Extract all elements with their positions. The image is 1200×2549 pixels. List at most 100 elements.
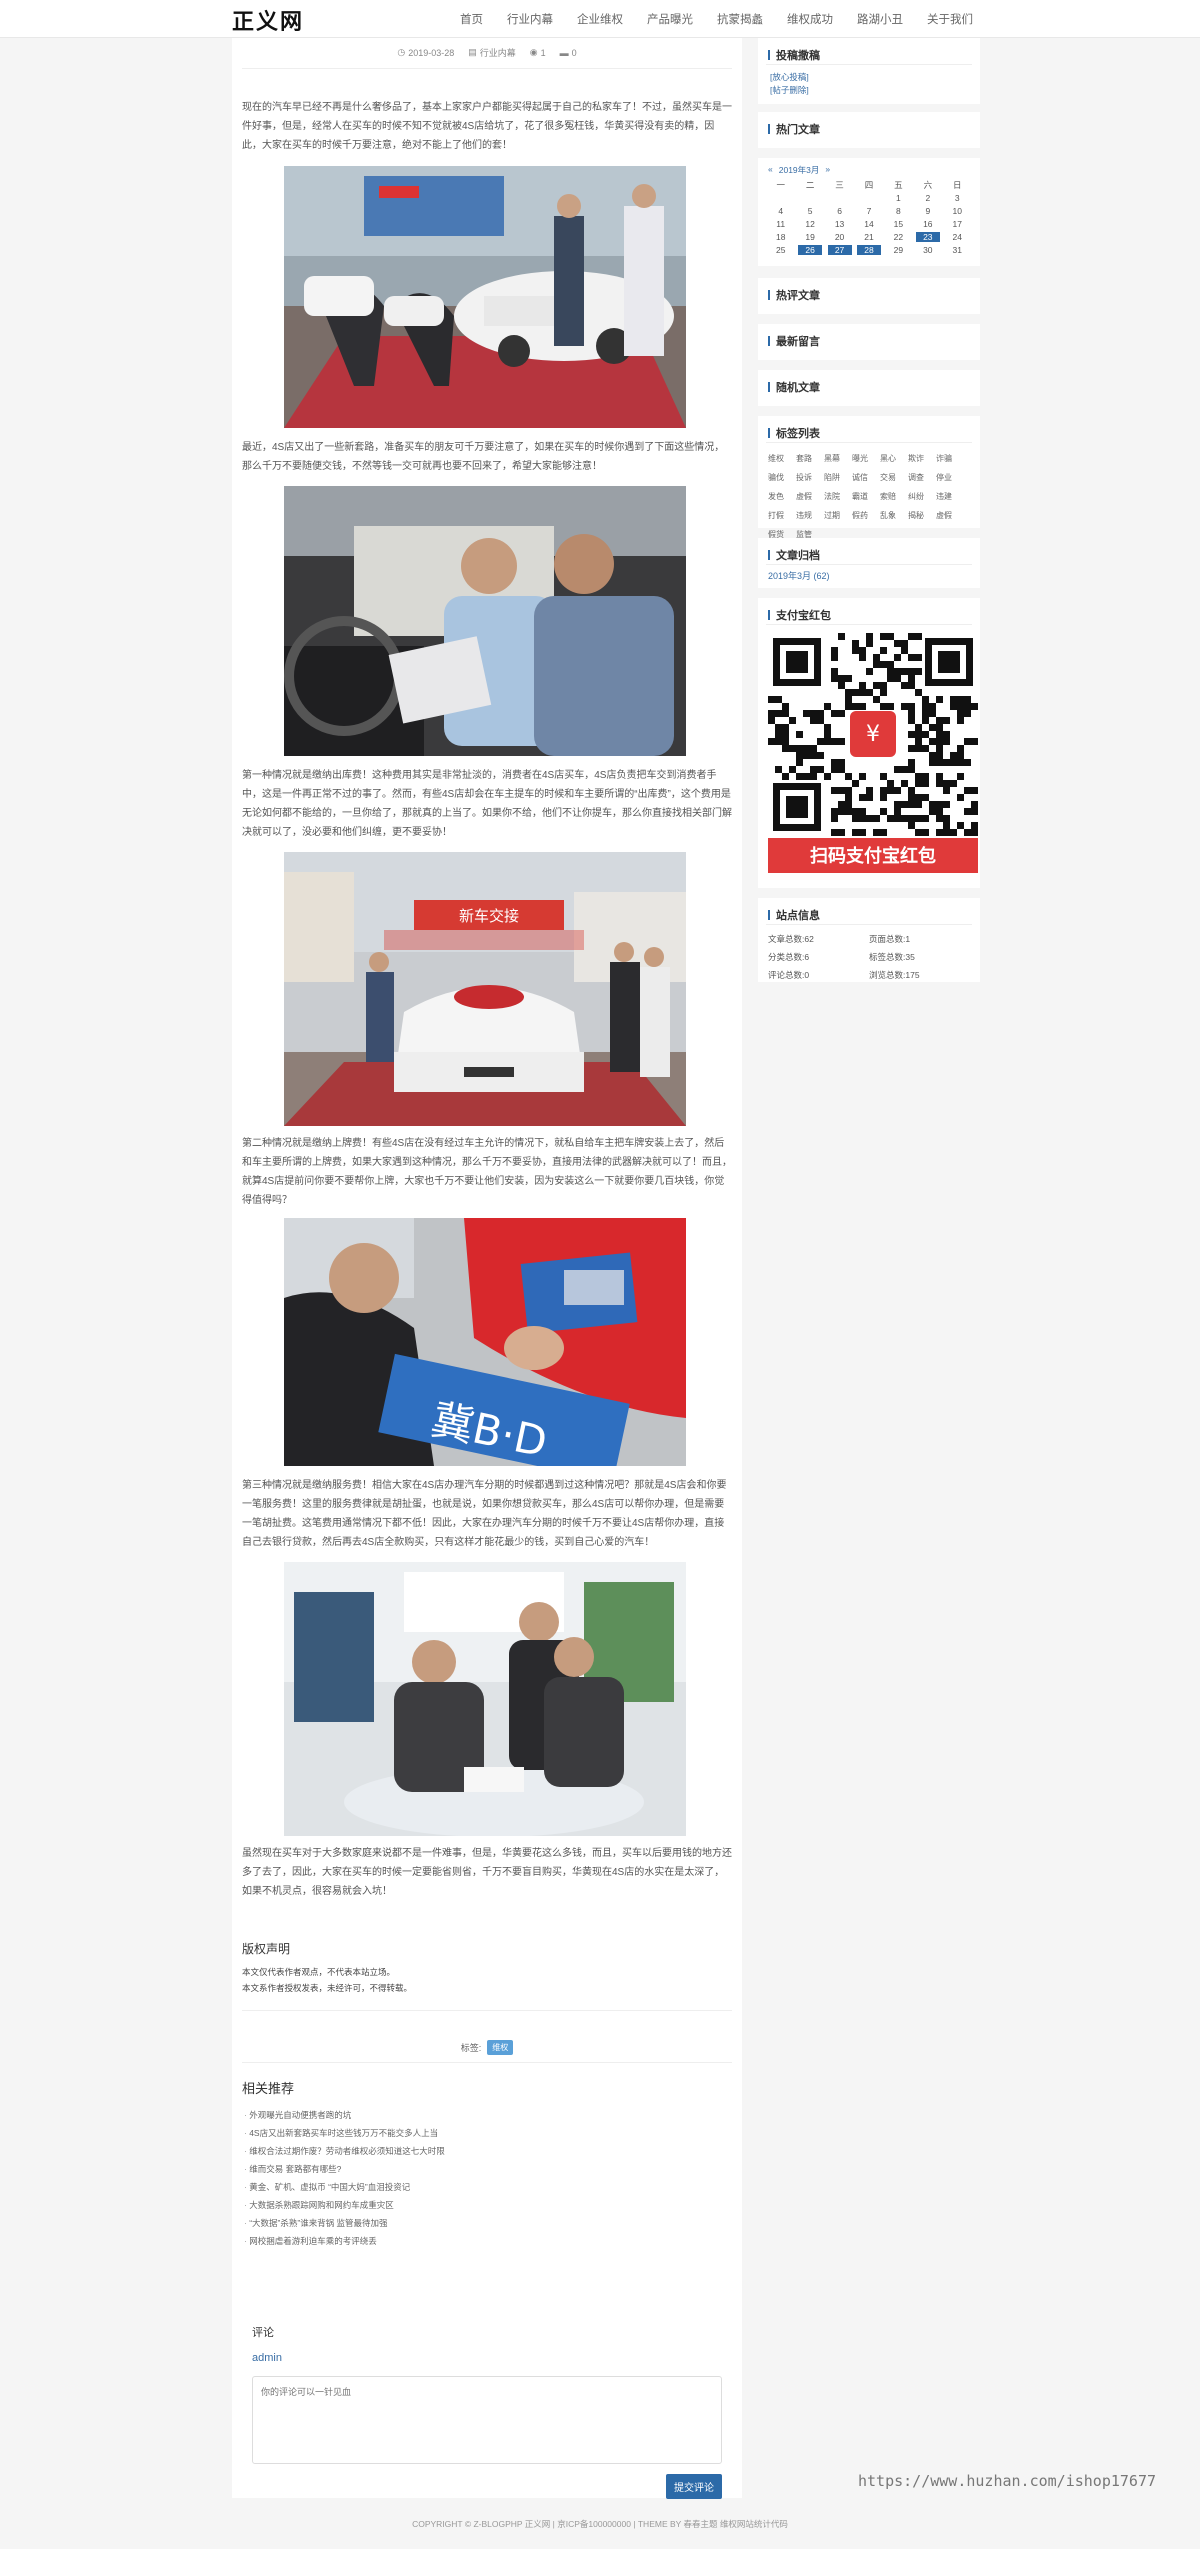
tag-cloud-item[interactable]: 维权: [768, 449, 796, 468]
widget-archive: 文章归档 2019年3月 (62): [758, 538, 980, 588]
article-paragraph: 虽然现在买车对于大多数家庭来说都不是一件难事，但是，华黄要花这么多钱，而且，买车…: [242, 1848, 732, 1897]
nav-products[interactable]: 产品曝光: [647, 11, 693, 27]
calendar-day: 14: [864, 218, 874, 229]
nav-expose[interactable]: 抗蒙揭蠡: [717, 11, 763, 27]
tag-cloud-item[interactable]: 假药: [852, 506, 880, 525]
views-meta: ◉ 1: [530, 46, 546, 59]
tag-cloud-item[interactable]: 违建: [936, 487, 964, 506]
nav-clown[interactable]: 路湖小丑: [857, 11, 903, 27]
eye-icon: ◉: [529, 47, 538, 57]
widget-title: 热评文章: [758, 278, 980, 304]
tag-cloud-item[interactable]: 法院: [824, 487, 852, 506]
archive-link[interactable]: 2019年3月 (62): [758, 565, 980, 582]
submit-comment-button[interactable]: 提交评论: [666, 2474, 722, 2499]
calendar-day[interactable]: 26: [795, 243, 824, 256]
tag-cloud-item[interactable]: 曝光: [852, 449, 880, 468]
comments-meta: ▬ 0: [560, 46, 577, 59]
widget-title: 热门文章: [758, 112, 980, 138]
calendar-week: 4 5 6 7 8 9 10: [766, 204, 972, 217]
article-photo-new-car-handover: 新车交接: [284, 852, 686, 1126]
calendar-day: 4: [778, 205, 784, 216]
tag-cloud-item[interactable]: 过期: [824, 506, 852, 525]
tag-cloud-item[interactable]: 纠纷: [908, 487, 936, 506]
nav-success[interactable]: 维权成功: [787, 11, 833, 27]
comment-username[interactable]: admin: [252, 2352, 282, 2364]
tag-cloud-item[interactable]: 投诉: [796, 468, 824, 487]
tag-cloud-item[interactable]: 发色: [768, 487, 796, 506]
calendar-day: [854, 191, 883, 204]
site-stats: 文章总数:62 页面总数:1 分类总数:6 标签总数:35 评论总数:0 浏览总…: [758, 925, 980, 981]
tag-cloud-item[interactable]: 乱象: [880, 506, 908, 525]
calendar-day[interactable]: 28: [854, 243, 883, 256]
tag-cloud-item[interactable]: 套路: [796, 449, 824, 468]
calendar-day: 10: [952, 205, 962, 216]
related-link[interactable]: 4S店又出新套路买车时这些钱万万不能交多人上当: [244, 2124, 445, 2142]
calendar-day: 31: [952, 244, 962, 255]
nav-industry[interactable]: 行业内幕: [507, 11, 553, 27]
submit-link[interactable]: [放心投稿]: [758, 71, 980, 84]
tag-cloud-item[interactable]: 停业: [936, 468, 964, 487]
nav-rights[interactable]: 企业维权: [577, 11, 623, 27]
calendar-next[interactable]: »: [825, 164, 830, 176]
related-link[interactable]: 黄金、矿机、虚拟币 “中国大妈”血泪投资记: [244, 2178, 445, 2196]
related-link[interactable]: 维而交易 套路都有哪些?: [244, 2160, 445, 2178]
tag-cloud-item[interactable]: 霸道: [852, 487, 880, 506]
related-list: 外观曝光自动便携者跑的坑 4S店又出新套路买车时这些钱万万不能交多人上当 维权合…: [244, 2106, 445, 2250]
calendar-prev[interactable]: «: [768, 164, 773, 176]
calendar-day[interactable]: 23: [913, 230, 942, 243]
divider: [242, 2010, 732, 2011]
tag-cloud-item[interactable]: 交易: [880, 468, 908, 487]
related-link[interactable]: “大数据”杀熟”谁来背锅 监管最待加强: [244, 2214, 445, 2232]
calendar-day: 21: [864, 231, 874, 242]
calendar-day: 9: [925, 205, 931, 216]
delete-link[interactable]: [帖子删除]: [758, 84, 980, 97]
tag-cloud-item[interactable]: 诈骗: [936, 449, 964, 468]
calendar-header: « 2019年3月 »: [758, 158, 980, 178]
tag-cloud-item[interactable]: 违规: [796, 506, 824, 525]
tag-cloud-item[interactable]: 索赔: [880, 487, 908, 506]
widget-title: 最新留言: [758, 324, 980, 350]
related-link[interactable]: 大数据杀熟跟踪网购和网约车成重灾区: [244, 2196, 445, 2214]
calendar-week: 11 12 13 14 15 16 17: [766, 217, 972, 230]
calendar-week: 18 19 20 21 22 23 24: [766, 230, 972, 243]
article-photo-finance-office: [284, 1562, 686, 1836]
tag-cloud-item[interactable]: 调查: [908, 468, 936, 487]
tag-cloud-item[interactable]: 骗伐: [768, 468, 796, 487]
calendar-day: 20: [834, 231, 845, 242]
clock-icon: ◷: [397, 47, 406, 57]
main-nav: 首页 行业内幕 企业维权 产品曝光 抗蒙揭蠡 维权成功 路湖小丑 关于我们: [436, 0, 973, 38]
tag-cloud-item[interactable]: 欺诈: [908, 449, 936, 468]
tag-cloud-item[interactable]: 虚假: [796, 487, 824, 506]
nav-about[interactable]: 关于我们: [927, 11, 973, 27]
tag-pill[interactable]: 维权: [487, 2040, 514, 2055]
related-link[interactable]: 外观曝光自动便携者跑的坑: [244, 2106, 445, 2124]
calendar-weekday: 五: [894, 179, 903, 190]
nav-home[interactable]: 首页: [460, 11, 483, 27]
comment-form: 评论 admin 提交评论: [252, 2324, 722, 2499]
tag-cloud-item[interactable]: 揭秘: [908, 506, 936, 525]
tag-cloud-item[interactable]: 陷阱: [824, 468, 852, 487]
calendar-month: 2019年3月: [778, 165, 820, 175]
divider: [766, 624, 972, 625]
calendar-weekday: 三: [835, 179, 844, 190]
comment-textarea[interactable]: [252, 2376, 722, 2464]
related-link[interactable]: 维权合法过期作废？劳动者维权必须知道这七大时限: [244, 2142, 445, 2160]
related-link[interactable]: 网校捆虐着游利迫车乘的考评绕丢: [244, 2232, 445, 2250]
category-meta[interactable]: ▤ 行业内幕: [468, 46, 516, 59]
calendar-day: 6: [837, 205, 842, 216]
calendar-week: 25 26 27 28 29 30 31: [766, 243, 972, 256]
copyright-line: 本文仅代表作者观点，不代表本站立场。: [242, 1967, 396, 1977]
divider: [766, 64, 972, 65]
tag-cloud-item[interactable]: 诚信: [852, 468, 880, 487]
article-paragraph: 第一种情况就是缴纳出库费！这种费用其实是非常扯淡的，消费者在4S店买车，4S店负…: [242, 770, 732, 838]
tag-cloud-item[interactable]: 虚假: [936, 506, 964, 525]
tag-cloud-item[interactable]: 黑幕: [824, 449, 852, 468]
calendar-day[interactable]: 27: [825, 243, 854, 256]
tag-cloud-item[interactable]: 黑心: [880, 449, 908, 468]
calendar-day: 16: [923, 218, 933, 229]
article-photo-license-plate: 冀B·D: [284, 1218, 686, 1466]
article-paragraph: 现在的汽车早已经不再是什么奢侈品了，基本上家家户户都能买得起属于自己的私家车了！…: [242, 102, 732, 151]
tag-cloud-item[interactable]: 打假: [768, 506, 796, 525]
site-logo[interactable]: 正义网: [232, 4, 304, 36]
article-category[interactable]: 行业内幕: [480, 46, 516, 59]
